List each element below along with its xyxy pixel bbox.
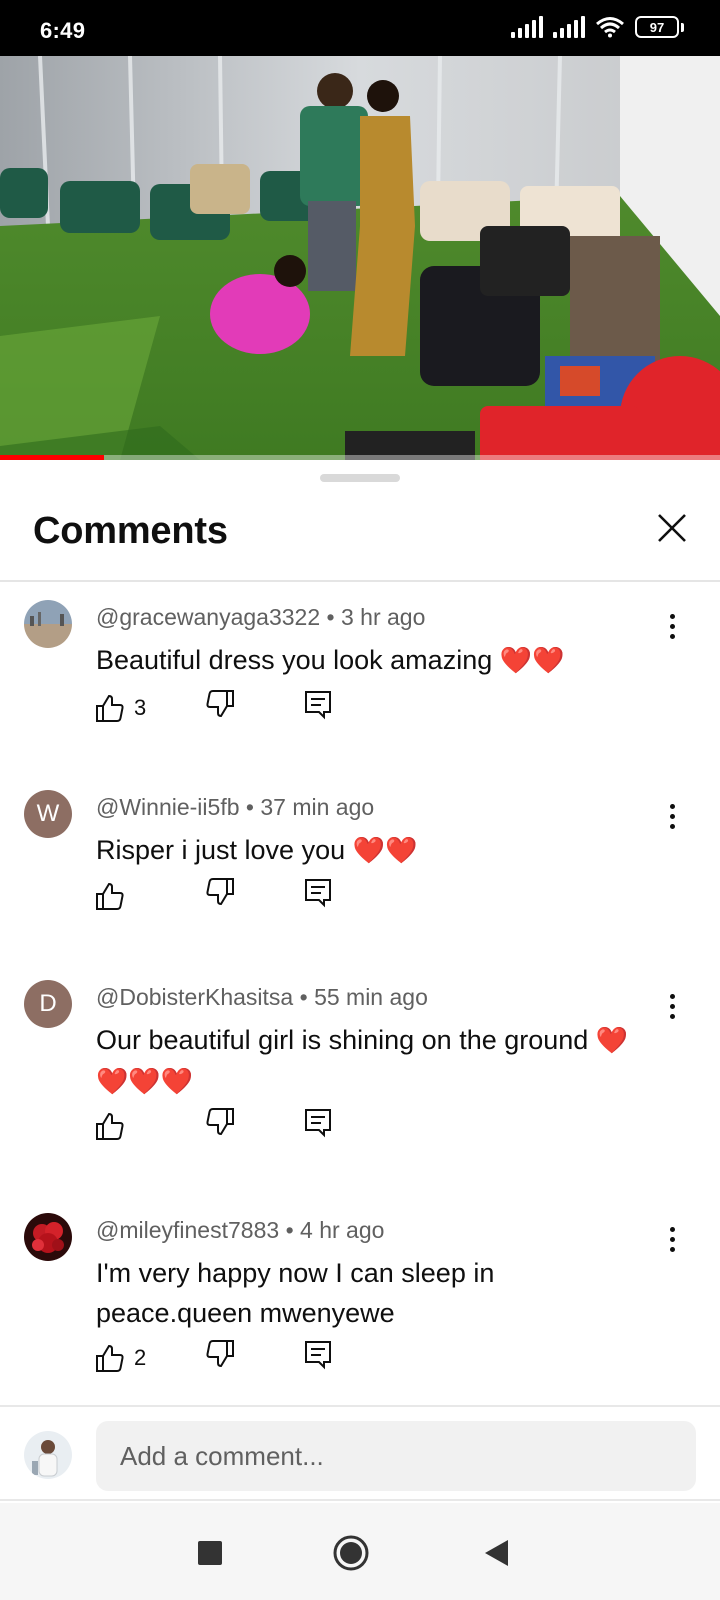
reply-button[interactable] [302, 1338, 334, 1375]
like-button[interactable]: 2 [94, 1338, 146, 1378]
avatar-image [24, 600, 72, 648]
avatar[interactable]: W [24, 790, 72, 838]
status-time: 6:49 [40, 18, 86, 43]
comment-meta: @mileyfinest7883 • 4 hr ago [96, 1217, 385, 1243]
heart-emoji: ❤️❤️ [499, 646, 565, 676]
comment-time: 37 min ago [260, 794, 375, 820]
back-button[interactable] [476, 1533, 516, 1573]
video-player[interactable] [0, 56, 720, 460]
thumbs-down-icon [206, 1340, 234, 1368]
comment-meta: @DobisterKhasitsa • 55 min ago [96, 984, 428, 1010]
battery-level: 97 [635, 16, 679, 38]
comment-text: Beautiful dress you look amazing ❤️❤️ [96, 640, 656, 681]
comment-author[interactable]: @mileyfinest7883 [96, 1217, 279, 1243]
like-count: 3 [134, 695, 147, 720]
signal-icon [511, 16, 543, 38]
comment-actions [94, 1106, 394, 1146]
comment-author[interactable]: @Winnie-ii5fb [96, 794, 240, 820]
thumbs-down-icon [206, 690, 234, 718]
like-count: 2 [134, 1345, 147, 1370]
avatar[interactable] [24, 600, 72, 648]
comment-item: @mileyfinest7883 • 4 hr ago I'm very hap… [0, 1213, 720, 1403]
comment-author[interactable]: @DobisterKhasitsa [96, 984, 293, 1010]
status-icons: 97 [511, 16, 684, 38]
more-options-button[interactable] [656, 610, 688, 642]
avatar-image [24, 1213, 72, 1261]
user-avatar-image [24, 1431, 72, 1479]
sheet-header: Comments [0, 500, 720, 570]
comment-actions: 3 [94, 688, 394, 728]
dislike-button[interactable] [204, 1106, 236, 1143]
thumbs-up-icon [96, 1112, 124, 1140]
drag-handle[interactable] [320, 474, 400, 482]
comment-text-content: Risper i just love you [96, 835, 346, 865]
more-options-button[interactable] [656, 990, 688, 1022]
comment-actions: 2 [94, 1338, 394, 1378]
comment-meta: @Winnie-ii5fb • 37 min ago [96, 794, 375, 820]
comment-text: Risper i just love you ❤️❤️ [96, 830, 656, 871]
comment-actions [94, 876, 394, 916]
add-comment-input[interactable]: Add a comment... [96, 1421, 696, 1491]
comment-author[interactable]: @gracewanyaga3322 [96, 604, 320, 630]
comment-meta: @gracewanyaga3322 • 3 hr ago [96, 604, 426, 630]
square-icon [198, 1541, 222, 1565]
thumbs-up-icon [96, 694, 124, 722]
home-circle-icon [333, 1535, 369, 1571]
comment-text-content: I'm very happy now I can sleep in peace.… [96, 1258, 495, 1328]
like-button[interactable] [94, 1106, 134, 1146]
like-button[interactable]: 3 [94, 688, 146, 728]
system-nav-bar [0, 1503, 720, 1600]
wifi-icon [596, 17, 624, 38]
close-icon [658, 514, 686, 542]
home-button[interactable] [331, 1533, 371, 1573]
reply-button[interactable] [302, 1106, 334, 1143]
comment-item: W @Winnie-ii5fb • 37 min ago Risper i ju… [0, 790, 720, 960]
video-frame [0, 56, 720, 460]
comment-text: Our beautiful girl is shining on the gro… [96, 1020, 656, 1102]
dislike-button[interactable] [204, 876, 236, 913]
avatar-letter: D [39, 990, 57, 1017]
comment-item: @gracewanyaga3322 • 3 hr ago Beautiful d… [0, 600, 720, 770]
reply-button[interactable] [302, 688, 334, 725]
comment-item: D @DobisterKhasitsa • 55 min ago Our bea… [0, 980, 720, 1190]
status-bar: 6:49 97 [0, 0, 720, 56]
more-options-button[interactable] [656, 1223, 688, 1255]
reply-button[interactable] [302, 876, 334, 913]
thumbs-up-icon [96, 1344, 124, 1372]
header-divider [0, 580, 720, 582]
avatar[interactable] [24, 1213, 72, 1261]
comment-text-content: Our beautiful girl is shining on the gro… [96, 1025, 589, 1055]
heart-emoji: ❤️❤️ [352, 836, 418, 866]
add-comment-bar: Add a comment... [0, 1405, 720, 1501]
thumbs-down-icon [206, 1108, 234, 1136]
reply-icon [305, 879, 331, 908]
reply-icon [305, 1341, 331, 1370]
comment-time: 55 min ago [314, 984, 428, 1010]
thumbs-down-icon [206, 878, 234, 906]
comment-time: 4 hr ago [300, 1217, 385, 1243]
comment-time: 3 hr ago [340, 604, 426, 630]
signal-icon [553, 16, 585, 38]
more-options-button[interactable] [656, 800, 688, 832]
avatar[interactable]: D [24, 980, 72, 1028]
dislike-button[interactable] [204, 688, 236, 725]
reply-icon [305, 691, 331, 720]
comment-text-content: Beautiful dress you look amazing [96, 645, 493, 675]
user-avatar[interactable] [24, 1431, 72, 1479]
comment-text: I'm very happy now I can sleep in peace.… [96, 1253, 536, 1333]
recents-button[interactable] [190, 1533, 230, 1573]
sheet-title: Comments [33, 510, 228, 552]
close-button[interactable] [652, 508, 692, 548]
avatar-letter: W [36, 800, 60, 827]
thumbs-up-icon [96, 882, 124, 910]
back-triangle-icon [485, 1540, 508, 1566]
reply-icon [305, 1109, 331, 1138]
battery-icon: 97 [635, 16, 684, 38]
like-button[interactable] [94, 876, 134, 916]
dislike-button[interactable] [204, 1338, 236, 1375]
